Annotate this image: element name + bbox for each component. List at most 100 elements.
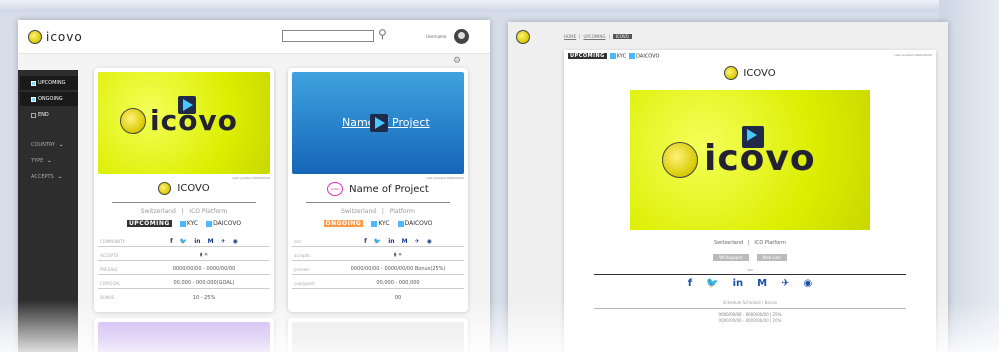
facebook-icon[interactable]: f [364, 238, 367, 245]
logo-placeholder-icon: LOGO [327, 182, 344, 196]
accepts-icons: ⧫ ✳ [199, 252, 209, 258]
linkedin-icon[interactable]: in [388, 238, 394, 245]
checkbox-icon[interactable] [31, 112, 36, 118]
check-icon [179, 220, 186, 227]
medium-icon[interactable]: M [757, 278, 767, 289]
project-location: Switzerland | ICO Platform [564, 240, 936, 246]
chevron-down-icon: ⌄ [59, 142, 64, 148]
filter-label: COUNTRY [31, 142, 56, 148]
last-updated: Last updated 0000/00/00 [426, 176, 464, 180]
status-badge: UPCOMING [126, 220, 172, 227]
badge-row: UPCOMING KYC DAICOVO [94, 220, 274, 227]
social-links: f 🐦 in M ✈ ◉ [138, 238, 270, 245]
divider [306, 202, 450, 203]
facebook-icon[interactable]: f [170, 238, 173, 245]
filter-country[interactable]: COUNTRY ⌄ [31, 142, 63, 148]
whitepaper-button[interactable]: Whitepaper [713, 254, 749, 261]
username-label[interactable]: Username [426, 34, 446, 39]
chevron-down-icon: ⌄ [57, 174, 62, 180]
project-image[interactable]: icovo [98, 72, 270, 174]
search-icon[interactable]: ⚲ [378, 27, 387, 41]
project-title: ICOVO [564, 66, 936, 80]
breadcrumb-home[interactable]: HOME [564, 34, 576, 39]
daicovo-badge: DAICOVO [397, 220, 433, 227]
accepts-row: ACCEPTS ⧫ ✳ [98, 250, 270, 261]
github-icon[interactable]: ◉ [803, 278, 812, 289]
project-location: Switzerland | Platform [288, 208, 468, 215]
project-location: Switzerland | ICO Platform [94, 208, 274, 215]
community-row: COMMUNITY f 🐦 in M ✈ ◉ [98, 236, 270, 247]
location-text: Switzerland [714, 240, 744, 246]
project-card-icovo[interactable]: icovo Last updated 0000/00/00 ICOVO Swit… [94, 68, 274, 312]
status-badge: UPCOMING [568, 53, 607, 60]
row-label: presale: [294, 266, 311, 272]
last-updated: Last updated 0000/00/00 [894, 53, 932, 57]
sidebar-item-end[interactable]: END [20, 108, 78, 122]
checkbox-icon[interactable] [31, 80, 36, 86]
telegram-icon[interactable]: ✈ [415, 238, 420, 245]
icovo-coin-icon [120, 108, 146, 134]
sidebar-item-ongoing[interactable]: ONGOING [20, 92, 78, 106]
project-card-name-of-project[interactable]: Name of Project Last updated 0000/00/00 … [288, 68, 468, 312]
divider [594, 274, 906, 275]
separator: | [381, 208, 384, 215]
medium-icon[interactable]: M [208, 238, 214, 245]
background-top [0, 0, 999, 12]
icovo-logo-icon[interactable] [28, 30, 42, 44]
twitter-icon[interactable]: 🐦 [180, 238, 187, 245]
twitter-icon[interactable]: 🐦 [374, 238, 381, 245]
github-icon[interactable]: ◉ [233, 238, 238, 245]
play-icon[interactable] [370, 114, 388, 132]
breadcrumb-current: ICOVO [612, 34, 632, 39]
row-label: cap/(goal): [294, 280, 316, 286]
facebook-icon[interactable]: f [688, 278, 692, 289]
linkedin-icon[interactable]: in [194, 238, 200, 245]
project-image[interactable]: Name of Project [292, 72, 464, 174]
link-buttons: Whitepaper Web Link [564, 254, 936, 261]
filter-type[interactable]: TYPE ⌄ [31, 158, 52, 164]
cap-row: cap/(goal): 00,000 - 000,000 [292, 278, 464, 289]
check-icon [609, 53, 616, 59]
filter-label: TYPE [31, 158, 44, 164]
medium-icon[interactable]: M [402, 238, 408, 245]
project-name[interactable]: ICOVO [177, 183, 209, 194]
project-name: ICOVO [743, 67, 776, 79]
row-label: sns: [294, 238, 303, 244]
row-label: accepts: [294, 252, 311, 258]
daicovo-badge: DAICOVO [206, 220, 241, 227]
telegram-icon[interactable]: ✈ [221, 238, 226, 245]
social-links: f 🐦 in M ✈ ◉ [564, 278, 936, 289]
check-icon [371, 220, 378, 227]
project-title: LOGO Name of Project [288, 182, 468, 196]
project-name[interactable]: Name of Project [349, 184, 429, 195]
social-links: f 🐦 in M ✈ ◉ [332, 238, 464, 245]
presale-row: presale: 0000/00/00 - 0000/00/00 Bonus(2… [292, 264, 464, 275]
icovo-logo-icon[interactable] [516, 30, 530, 44]
linkedin-icon[interactable]: in [733, 278, 744, 289]
breadcrumb-upcoming[interactable]: UPCOMING [584, 34, 606, 39]
row-label: PRESALE [100, 266, 118, 272]
app-logo-text[interactable]: icovo [46, 30, 83, 44]
row-value: 00,000 - 000,000 [376, 280, 420, 286]
play-icon[interactable] [178, 96, 196, 114]
project-video[interactable]: icovo [630, 90, 870, 230]
search-input[interactable] [282, 30, 374, 42]
bottom-fade-overlay [0, 300, 999, 352]
sns-row: sns: f 🐦 in M ✈ ◉ [292, 236, 464, 247]
checkbox-icon[interactable] [31, 96, 36, 102]
kyc-badge: KYC [179, 220, 198, 227]
github-icon[interactable]: ◉ [427, 238, 432, 245]
filter-label: ACCEPTS [31, 174, 54, 180]
platform-text: ICO Platform [189, 208, 228, 215]
telegram-icon[interactable]: ✈ [781, 278, 789, 289]
twitter-icon[interactable]: 🐦 [706, 278, 718, 289]
weblink-button[interactable]: Web Link [756, 254, 787, 261]
sidebar-item-upcoming[interactable]: UPCOMING [20, 76, 78, 90]
settings-icon[interactable]: ⚙ [453, 56, 461, 66]
filter-accepts[interactable]: ACCEPTS ⌄ [31, 174, 62, 180]
avatar-icon[interactable] [454, 29, 469, 44]
sidebar-item-label: END [38, 112, 49, 118]
check-icon [397, 220, 404, 227]
location-text: Switzerland [140, 208, 176, 215]
play-icon[interactable] [742, 126, 764, 148]
